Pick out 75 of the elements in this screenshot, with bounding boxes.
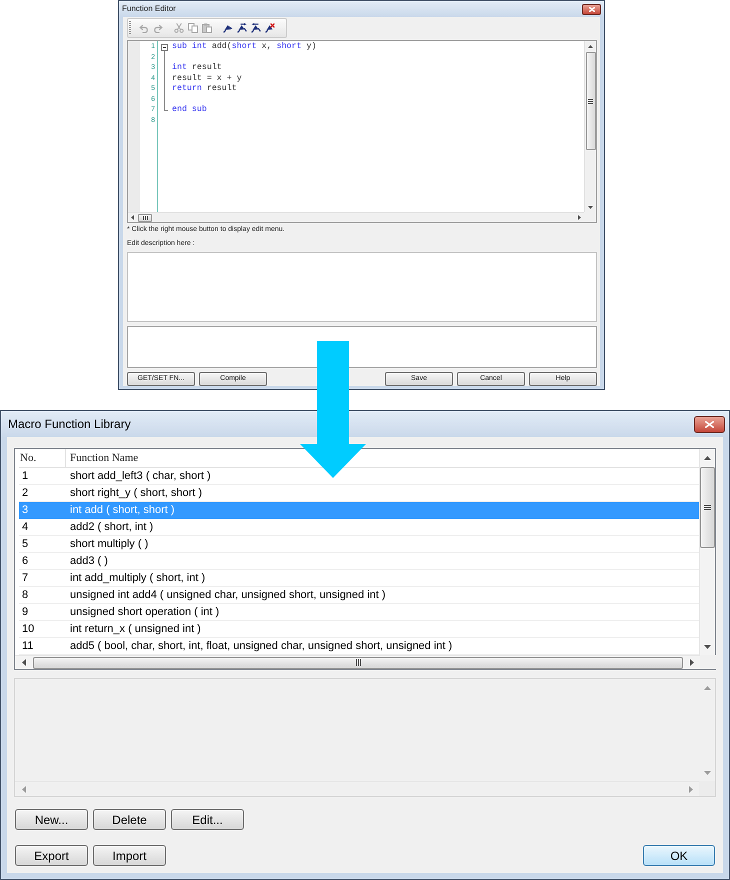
table-cell-text: add3 ( ) xyxy=(69,554,109,569)
dialog-button[interactable]: Export xyxy=(15,845,88,866)
function-list[interactable] xyxy=(14,448,716,670)
grip-icon xyxy=(588,98,593,104)
table-cell-text: 4 xyxy=(21,520,30,535)
table-cell-text: add2 ( short, int ) xyxy=(69,520,154,535)
scroll-left-icon[interactable] xyxy=(131,215,134,220)
code-line: end sub xyxy=(172,105,207,116)
table-cell-text: 10 xyxy=(21,622,36,637)
table-row[interactable]: 7 int add_multiply ( short, int ) xyxy=(19,570,699,587)
close-button[interactable] xyxy=(582,4,601,14)
dialog-button[interactable]: OK xyxy=(643,845,715,866)
vertical-scrollbar[interactable] xyxy=(699,449,715,655)
table-row[interactable]: 10 int return_x ( unsigned int ) xyxy=(19,621,699,638)
flag-right-arrow-icon[interactable] xyxy=(237,23,247,33)
flag-cross-icon[interactable] xyxy=(265,23,275,33)
grip-icon xyxy=(356,659,360,666)
scrollbar-thumb[interactable] xyxy=(33,656,683,668)
table-cell-text: int add ( short, short ) xyxy=(69,503,176,518)
table-cell-text: 7 xyxy=(21,571,30,586)
scroll-up-icon[interactable] xyxy=(588,44,593,48)
table-cell-text: int add_multiply ( short, int ) xyxy=(69,571,206,586)
code-line: int result xyxy=(172,63,222,74)
close-button[interactable] xyxy=(694,416,725,432)
table-cell-text: 1 xyxy=(21,469,30,484)
table-cell-text: unsigned int add4 ( unsigned char, unsigned short, unsigned int ) xyxy=(69,588,387,603)
scroll-right-icon[interactable] xyxy=(578,215,581,220)
table-cell-text: 2 xyxy=(21,486,30,501)
grip-icon xyxy=(704,505,711,510)
table-row[interactable]: 6 add3 ( ) xyxy=(19,553,699,570)
table-cell-text: short right_y ( short, short ) xyxy=(69,486,204,501)
table-cell-text: add5 ( bool, char, short, int, float, unsigned char, unsigned short, unsigned int ) xyxy=(69,639,454,654)
fold-collapse-icon[interactable] xyxy=(161,44,168,51)
code-line: result = x + y xyxy=(172,74,242,84)
table-cell-text: short add_left3 ( char, short ) xyxy=(69,469,212,484)
close-icon xyxy=(705,420,714,428)
scrollbar-thumb[interactable] xyxy=(586,52,596,150)
dialog-button[interactable]: New... xyxy=(15,809,88,830)
table-cell-text: 5 xyxy=(21,537,30,552)
table-row[interactable]: 4 add2 ( short, int ) xyxy=(19,519,699,536)
table-cell-text: 6 xyxy=(21,554,30,569)
fold-end-icon xyxy=(164,105,168,111)
window-title: Function Editor xyxy=(122,4,176,14)
window-title: Macro Function Library xyxy=(8,417,131,431)
table-cell-text: int return_x ( unsigned int ) xyxy=(69,622,202,637)
scroll-up-icon[interactable] xyxy=(704,456,711,460)
scroll-down-icon[interactable] xyxy=(704,644,711,648)
table-cell-text: unsigned short operation ( int ) xyxy=(69,605,220,620)
scrollbar-thumb[interactable] xyxy=(700,467,715,548)
table-cell-text: 3 xyxy=(21,503,30,518)
table-cell-text: 11 xyxy=(21,639,34,654)
vertical-scrollbar[interactable] xyxy=(584,41,596,212)
description-field[interactable] xyxy=(127,252,597,322)
horizontal-scrollbar[interactable] xyxy=(15,655,700,669)
table-cell-text: 8 xyxy=(21,588,30,603)
code-line: return result xyxy=(172,84,237,94)
table-row[interactable]: 9 unsigned short operation ( int ) xyxy=(19,604,699,621)
flag-left-arrow-icon[interactable] xyxy=(251,23,261,33)
dialog-button[interactable]: Delete xyxy=(93,809,166,830)
scroll-right-icon[interactable] xyxy=(690,659,694,666)
horizontal-scrollbar[interactable] xyxy=(128,212,584,222)
table-row[interactable]: 5 short multiply ( ) xyxy=(19,536,699,553)
table-cell-text: short multiply ( ) xyxy=(69,537,150,552)
dialog-button[interactable]: Edit... xyxy=(171,809,244,830)
flag-icon[interactable] xyxy=(223,23,233,33)
code-line: sub int add(short x, short y) xyxy=(172,42,316,52)
table-row[interactable]: 8 unsigned int add4 ( unsigned char, unsigned short, unsigned int ) xyxy=(19,587,699,604)
column-header[interactable]: No. xyxy=(19,449,65,467)
dialog-button[interactable]: Import xyxy=(93,845,166,866)
scroll-left-icon[interactable] xyxy=(22,659,26,666)
grip-icon xyxy=(142,216,148,220)
table-cell-text: 9 xyxy=(21,605,30,620)
close-icon xyxy=(588,6,594,12)
scrollbar-thumb[interactable] xyxy=(138,214,152,222)
scroll-down-icon[interactable] xyxy=(588,206,593,208)
